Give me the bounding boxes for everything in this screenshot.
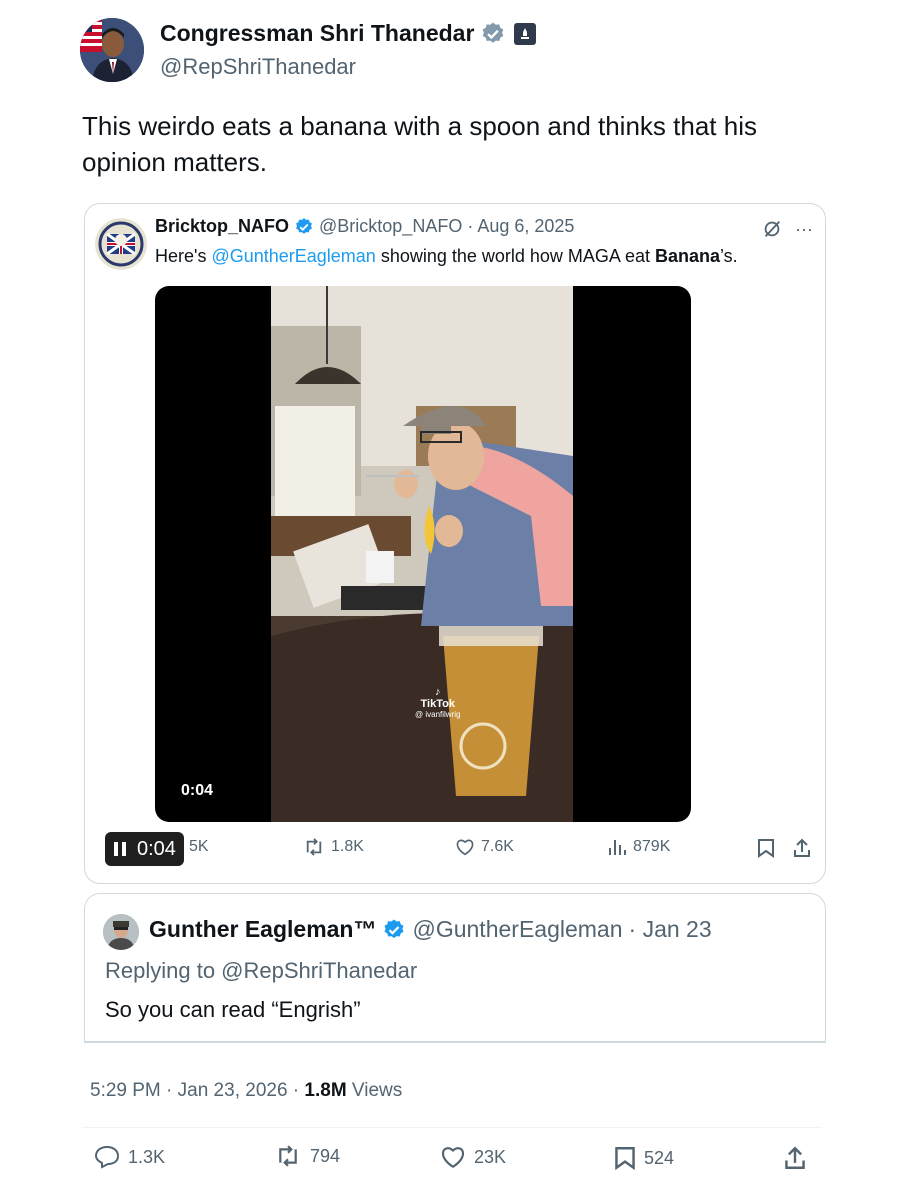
- reply-context-card[interactable]: Gunther Eagleman™ @GuntherEagleman · Jan…: [84, 893, 826, 1043]
- views-label: Views: [346, 1080, 403, 1101]
- grok-icon[interactable]: [761, 218, 783, 240]
- share-icon: [794, 838, 810, 857]
- quoted-author-handle[interactable]: @Bricktop_NAFO: [319, 216, 462, 237]
- video-frame: [271, 286, 573, 822]
- video-player[interactable]: ♪ TikTok @ ivanfilwrig 0:04: [155, 286, 691, 822]
- tweet-text: This weirdo eats a banana with a spoon a…: [82, 111, 757, 177]
- quoted-like-button[interactable]: 7.6K: [455, 838, 514, 856]
- more-options-icon[interactable]: ···: [795, 219, 813, 240]
- reply-author-name[interactable]: Gunther Eagleman™: [149, 916, 376, 943]
- views-icon: [609, 840, 626, 855]
- author-avatar[interactable]: [80, 18, 144, 82]
- reply-date: · Jan 23: [628, 916, 712, 942]
- reply-button[interactable]: 1.3K: [94, 1145, 165, 1169]
- views-count: 1.8M: [304, 1080, 347, 1101]
- government-badge-icon: [514, 22, 537, 45]
- quoted-reply-count: 5K: [189, 838, 209, 855]
- share-icon: [785, 1146, 805, 1169]
- reply-text: So you can read “Engrish”: [105, 997, 361, 1022]
- quoted-repost-button[interactable]: 1.8K: [303, 838, 364, 856]
- author-name[interactable]: Congressman Shri Thanedar: [160, 20, 474, 47]
- time-date[interactable]: 5:29 PM · Jan 23, 2026 ·: [90, 1080, 304, 1101]
- video-time: 0:04: [181, 782, 214, 799]
- quoted-text: Here's @GuntherEagleman showing the worl…: [155, 246, 738, 266]
- replying-to[interactable]: Replying to @RepShriThanedar: [105, 958, 417, 984]
- quoted-author-name[interactable]: Bricktop_NAFO: [155, 216, 289, 237]
- quoted-bookmark-button[interactable]: [757, 838, 775, 858]
- quoted-views-button[interactable]: 879K: [607, 838, 670, 856]
- player-time: 0:04: [137, 837, 176, 860]
- heart-icon: [456, 839, 474, 856]
- author-handle[interactable]: @RepShriThanedar: [160, 54, 356, 80]
- tiktok-watermark: ♪ TikTok @ ivanfilwrig: [415, 686, 461, 719]
- quoted-actions: 5K 0:04 1.8K 7.6K 879K: [105, 832, 817, 868]
- divider: [82, 1127, 822, 1128]
- like-button[interactable]: 23K: [440, 1145, 506, 1169]
- tweet-actions: 1.3K 794 23K 524: [82, 1145, 822, 1181]
- tweet-timestamp: 5:29 PM · Jan 23, 2026 · 1.8M Views: [90, 1080, 402, 1102]
- bookmark-icon: [615, 1147, 635, 1171]
- tweet-header: Congressman Shri Thanedar @RepShriThaned…: [80, 18, 820, 84]
- repost-icon: [279, 1145, 297, 1167]
- video-pause-button[interactable]: 0:04: [105, 832, 184, 866]
- verified-badge-icon: [296, 217, 312, 234]
- mention-link[interactable]: @GuntherEagleman: [211, 246, 375, 266]
- quoted-tweet-card[interactable]: Bricktop_NAFO @Bricktop_NAFO · Aug 6, 20…: [84, 203, 826, 884]
- quoted-date: · Aug 6, 2025: [467, 216, 575, 236]
- verified-badge-icon: [384, 919, 404, 938]
- share-button[interactable]: [784, 1145, 806, 1171]
- heart-icon: [442, 1147, 464, 1169]
- pause-icon: [114, 842, 126, 856]
- repost-icon: [306, 838, 322, 856]
- verified-badge-icon: [483, 22, 504, 43]
- bookmark-button[interactable]: 524: [614, 1145, 674, 1171]
- reply-icon: [94, 1145, 120, 1169]
- quoted-author-avatar[interactable]: [95, 218, 147, 270]
- repost-button[interactable]: 794: [274, 1145, 340, 1167]
- reply-author-handle[interactable]: @GuntherEagleman: [412, 916, 622, 943]
- quoted-share-button[interactable]: [793, 838, 811, 858]
- reply-author-avatar[interactable]: [103, 914, 139, 950]
- bookmark-icon: [758, 839, 774, 858]
